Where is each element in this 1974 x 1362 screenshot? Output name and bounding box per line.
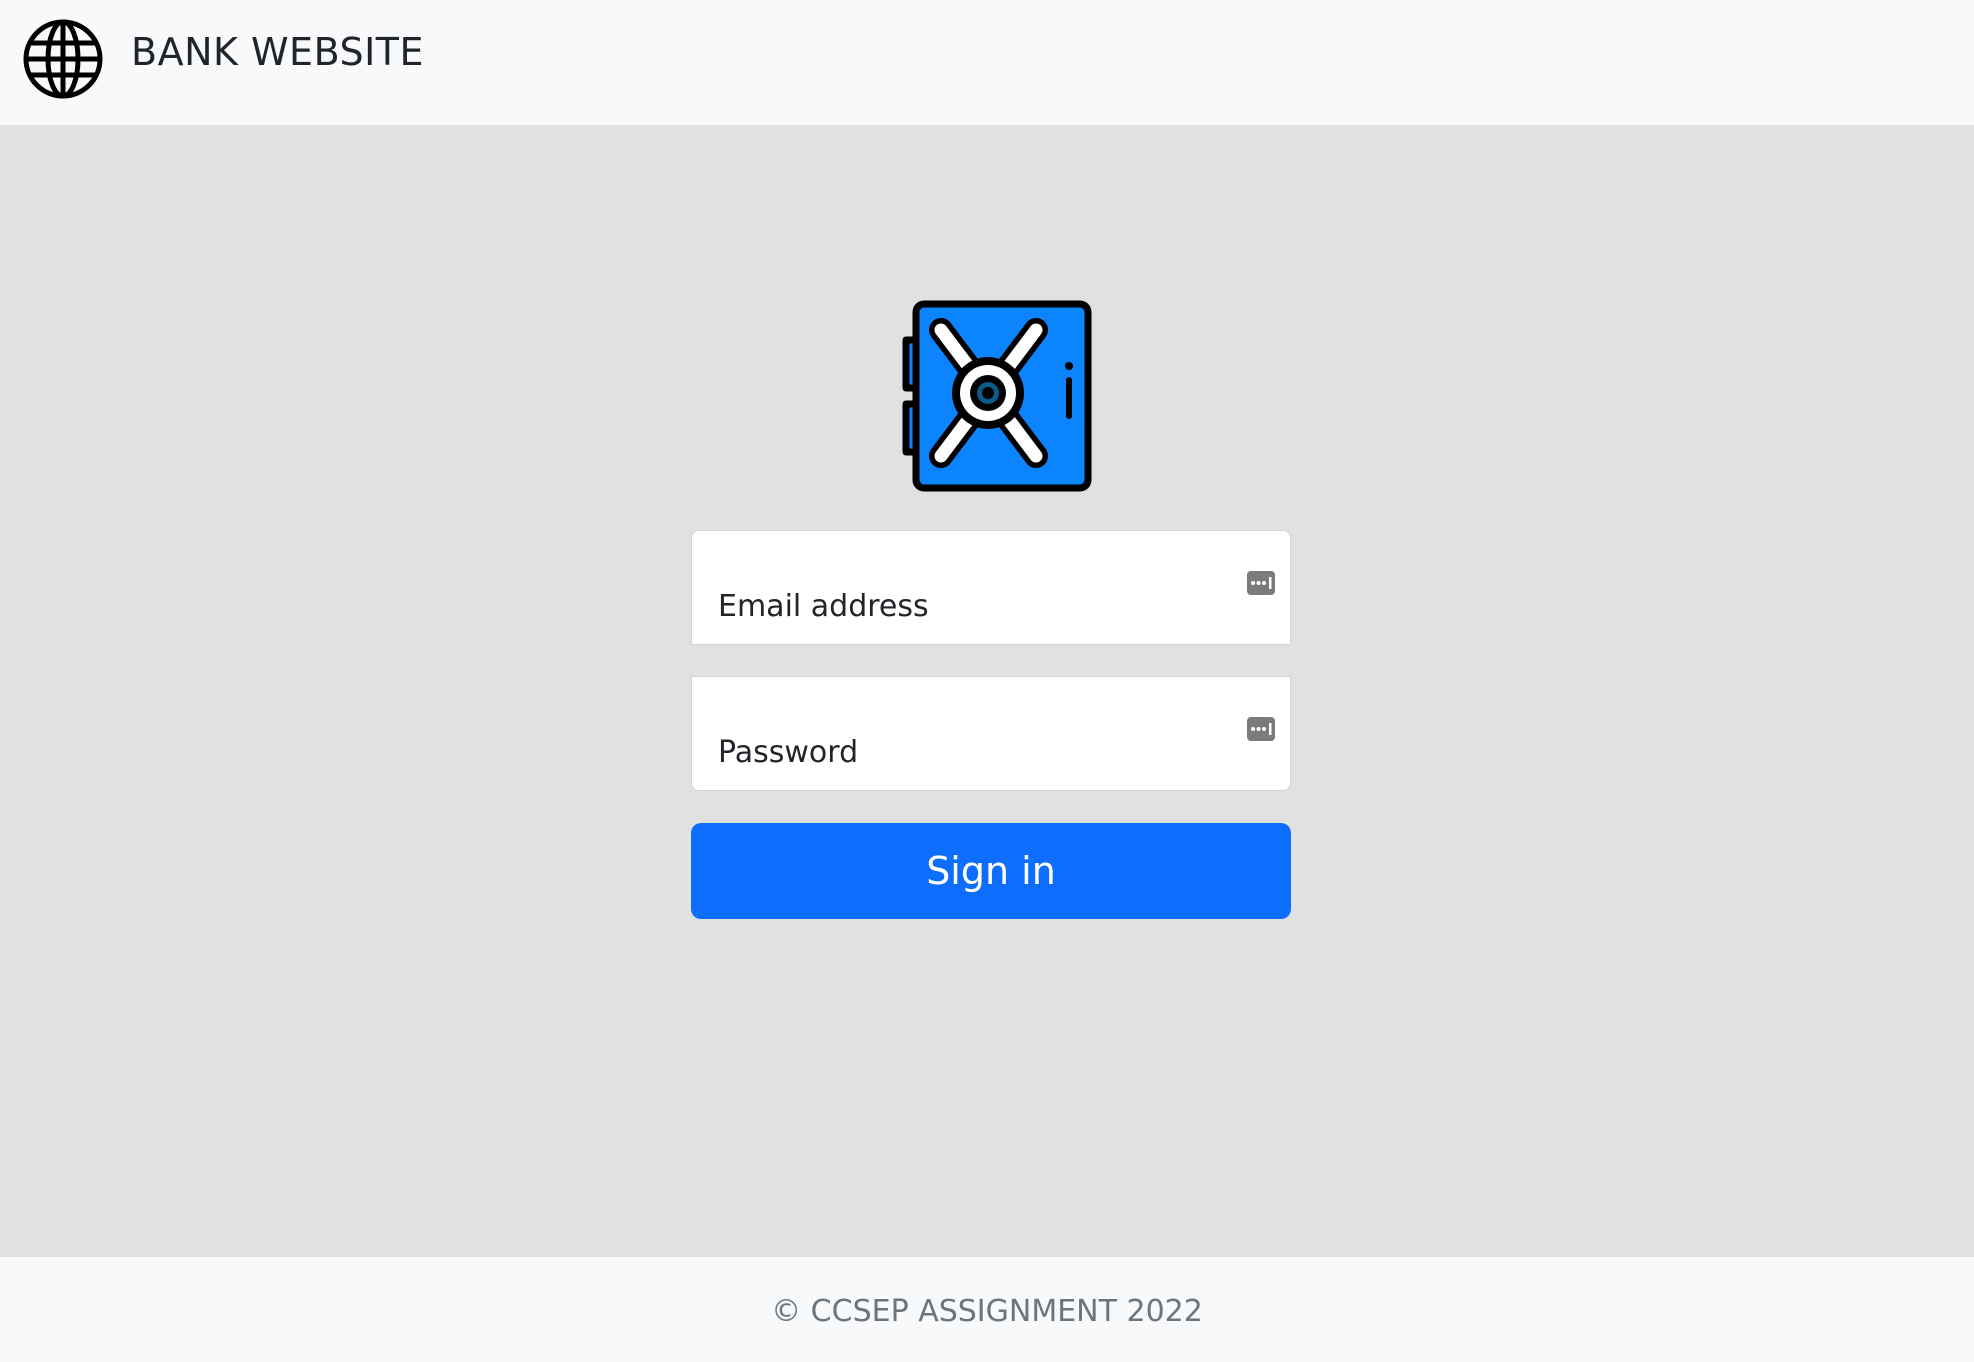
brand-title[interactable]: BANK WEBSITE [131, 28, 424, 76]
globe-icon[interactable] [22, 18, 104, 100]
password-field[interactable] [691, 676, 1291, 791]
email-field[interactable] [691, 530, 1291, 645]
password-manager-key-icon[interactable] [1246, 715, 1276, 743]
footer: © CCSEP ASSIGNMENT 2022 [0, 1257, 1974, 1362]
sign-in-button[interactable]: Sign in [691, 823, 1291, 919]
safe-vault-icon [902, 300, 1092, 492]
navbar: BANK WEBSITE [0, 0, 1974, 125]
copyright-text: © CCSEP ASSIGNMENT 2022 [771, 1294, 1203, 1329]
email-input[interactable] [692, 531, 1290, 644]
password-input[interactable] [692, 677, 1290, 790]
password-manager-key-icon[interactable] [1246, 569, 1276, 597]
